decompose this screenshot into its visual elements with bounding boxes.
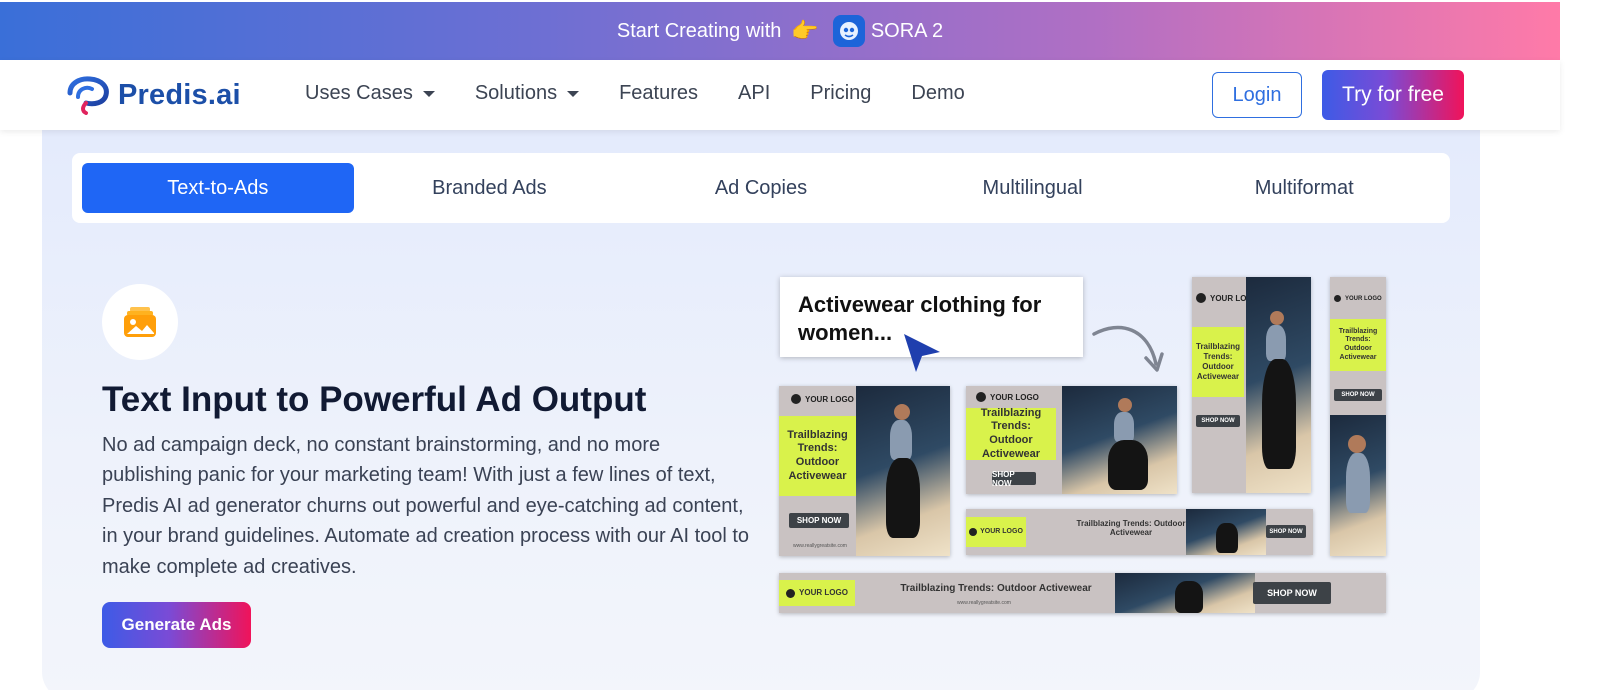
nav-item-solutions[interactable]: Solutions bbox=[474, 82, 580, 105]
tab-text-to-ads[interactable]: Text-to-Ads bbox=[82, 163, 354, 213]
ad-shop-button: SHOP NOW bbox=[789, 513, 849, 528]
ad-preview-skyscraper: YOUR LOGO Trailblazing Trends: Outdoor A… bbox=[1330, 277, 1386, 556]
ad-preview-banner-medium: YOUR LOGO Trailblazing Trends: Outdoor A… bbox=[966, 509, 1313, 555]
ad-shop-button: SHOP NOW bbox=[1196, 415, 1240, 427]
ad-headline: Trailblazing Trends: Outdoor Activewear bbox=[900, 583, 1092, 594]
ad-shop-button: SHOP NOW bbox=[1253, 582, 1331, 604]
image-stack-icon bbox=[102, 284, 178, 360]
ad-logo: YOUR LOGO bbox=[791, 394, 854, 404]
tab-branded-ads[interactable]: Branded Ads bbox=[354, 163, 626, 213]
banner-product: SORA 2 bbox=[870, 19, 944, 42]
tab-ad-copies[interactable]: Ad Copies bbox=[625, 163, 897, 213]
ad-headline: Trailblazing Trends: Outdoor Activewear bbox=[966, 407, 1056, 460]
nav-item-label: Demo bbox=[911, 82, 965, 104]
ad-headline: Trailblazing Trends: Outdoor Activewear bbox=[779, 416, 856, 496]
nav-item-label: API bbox=[738, 82, 771, 104]
caret-down-icon bbox=[422, 90, 435, 97]
nav-item-label: Uses Cases bbox=[305, 82, 413, 104]
ad-preview-story: YOUR LOGO Trailblazing Trends: Outdoor A… bbox=[1192, 277, 1311, 493]
ad-headline: Trailblazing Trends: Outdoor Activewear bbox=[1192, 327, 1244, 397]
nav-item-demo[interactable]: Demo bbox=[911, 82, 964, 105]
ad-logo: YOUR LOGO bbox=[1334, 295, 1382, 302]
ad-logo: YOUR LOGO bbox=[779, 580, 855, 606]
announcement-banner[interactable]: Start Creating with 👉 SORA 2 bbox=[0, 2, 1560, 60]
feature-description: No ad campaign deck, no constant brainst… bbox=[102, 434, 750, 578]
banner-text: Start Creating with bbox=[616, 19, 782, 42]
ad-photo bbox=[1115, 573, 1255, 613]
ad-preview-square: YOUR LOGO Trailblazing Trends: Outdoor A… bbox=[779, 386, 950, 556]
cursor-arrow-icon bbox=[904, 334, 940, 372]
generate-ads-button[interactable]: Generate Ads bbox=[102, 602, 251, 648]
ad-logo: YOUR LOGO bbox=[966, 517, 1026, 547]
main-nav: Predis.ai Uses Cases Solutions Features … bbox=[0, 60, 1560, 130]
curved-arrow-icon bbox=[1092, 325, 1164, 372]
ad-site: www.reallygreatsite.com bbox=[957, 600, 1011, 606]
nav-item-label: Pricing bbox=[810, 82, 872, 104]
feature-title: Text Input to Powerful Ad Output bbox=[102, 380, 647, 419]
ad-photo bbox=[1062, 386, 1177, 494]
ad-preview-landscape: YOUR LOGO Trailblazing Trends: Outdoor A… bbox=[966, 386, 1177, 494]
nav-item-api[interactable]: API bbox=[738, 82, 770, 105]
tab-multilingual[interactable]: Multilingual bbox=[897, 163, 1169, 213]
ad-site: www.reallygreatsite.com bbox=[793, 543, 847, 549]
pointing-hand-icon: 👉 bbox=[791, 18, 819, 43]
brand-link[interactable]: Predis.ai bbox=[64, 75, 241, 115]
ad-headline: Trailblazing Trends: Outdoor Activewear bbox=[1330, 319, 1386, 371]
ad-photo bbox=[1330, 415, 1386, 556]
feature-tabs: Text-to-Ads Branded Ads Ad Copies Multil… bbox=[72, 153, 1450, 223]
ad-photo bbox=[856, 386, 950, 556]
ad-logo: YOUR LOGO bbox=[976, 392, 1039, 402]
nav-menu: Uses Cases Solutions Features API Pricin… bbox=[305, 82, 965, 105]
ad-photo bbox=[1246, 277, 1311, 493]
nav-item-pricing[interactable]: Pricing bbox=[810, 82, 871, 105]
login-button[interactable]: Login bbox=[1212, 72, 1302, 118]
feature-section: Text-to-Ads Branded Ads Ad Copies Multil… bbox=[42, 100, 1480, 690]
predis-logo-icon bbox=[67, 76, 109, 115]
tab-multiformat[interactable]: Multiformat bbox=[1168, 163, 1440, 213]
nav-item-label: Features bbox=[619, 82, 699, 104]
ad-headline: Trailblazing Trends: Outdoor Activewear bbox=[1076, 519, 1186, 537]
nav-item-use-cases[interactable]: Uses Cases bbox=[305, 82, 435, 105]
ad-shop-button: SHOP NOW bbox=[1266, 525, 1306, 538]
ad-photo bbox=[1186, 509, 1266, 555]
caret-down-icon bbox=[567, 90, 580, 97]
nav-item-features[interactable]: Features bbox=[619, 82, 698, 105]
sora-logo-icon bbox=[832, 15, 865, 47]
ad-preview-banner-long: YOUR LOGO Trailblazing Trends: Outdoor A… bbox=[779, 573, 1386, 613]
ad-shop-button: SHOP NOW bbox=[1334, 389, 1382, 401]
try-for-free-button[interactable]: Try for free bbox=[1322, 70, 1464, 120]
ad-shop-button: SHOP NOW bbox=[992, 470, 1036, 488]
nav-item-label: Solutions bbox=[474, 82, 558, 104]
brand-name: Predis.ai bbox=[118, 78, 241, 111]
